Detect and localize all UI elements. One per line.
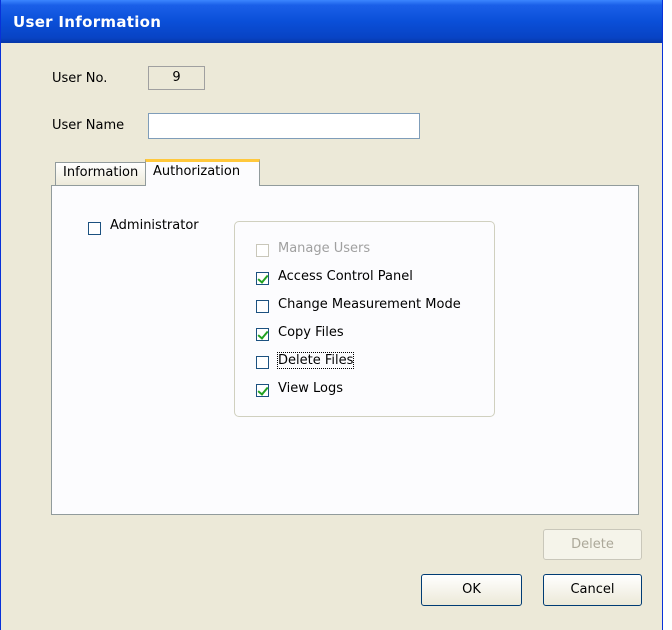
tab-information[interactable]: Information: [55, 162, 146, 186]
authorization-panel: Administrator Manage Users Access Contro…: [51, 185, 639, 515]
user-information-dialog: User Information User No. 9 User Name In…: [0, 0, 663, 630]
change-measurement-mode-checkbox[interactable]: [256, 300, 269, 313]
view-logs-checkbox[interactable]: [256, 384, 269, 397]
delete-files-label: Delete Files: [276, 352, 355, 369]
administrator-checkbox[interactable]: [88, 222, 101, 235]
manage-users-label: Manage Users: [278, 241, 371, 256]
access-control-panel-label: Access Control Panel: [278, 269, 413, 284]
cancel-button[interactable]: Cancel: [543, 574, 642, 606]
delete-button[interactable]: Delete: [543, 529, 642, 560]
manage-users-checkbox[interactable]: [256, 244, 269, 257]
administrator-label: Administrator: [110, 218, 199, 233]
user-no-label: User No.: [52, 71, 108, 86]
user-name-label: User Name: [52, 118, 125, 133]
delete-files-checkbox[interactable]: [256, 356, 269, 369]
tab-authorization[interactable]: Authorization: [145, 159, 260, 186]
ok-button[interactable]: OK: [421, 574, 522, 606]
access-control-panel-checkbox[interactable]: [256, 272, 269, 285]
copy-files-label: Copy Files: [278, 325, 344, 340]
change-measurement-mode-label: Change Measurement Mode: [278, 297, 461, 312]
view-logs-label: View Logs: [278, 381, 343, 396]
window-title: User Information: [13, 13, 162, 31]
permissions-group: Manage Users Access Control Panel Change…: [234, 221, 495, 417]
user-no-field: 9: [148, 66, 205, 90]
title-bar[interactable]: User Information: [1, 0, 662, 43]
copy-files-checkbox[interactable]: [256, 328, 269, 341]
user-name-input[interactable]: [148, 113, 420, 139]
